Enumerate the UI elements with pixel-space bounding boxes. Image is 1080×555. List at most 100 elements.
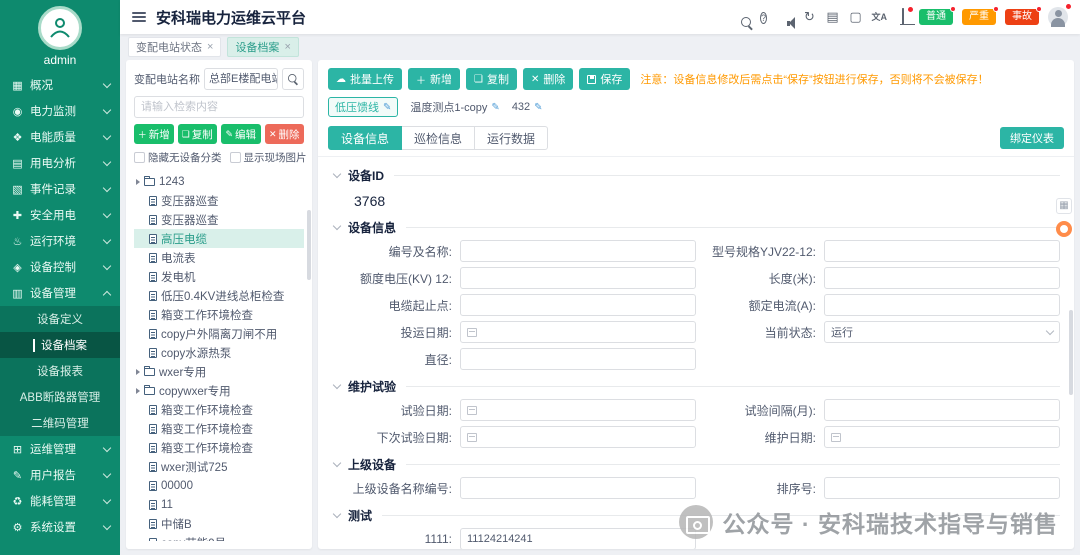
alarm-badge-normal[interactable]: 普通 (919, 6, 956, 25)
form-scrollbar[interactable] (1069, 310, 1073, 395)
collapse-icon[interactable] (332, 169, 342, 179)
add-device-button[interactable]: ＋新增 (408, 68, 460, 90)
tree-search-input[interactable] (134, 96, 304, 118)
field-length[interactable] (824, 267, 1060, 289)
sidebar-item-overview[interactable]: ▦ 概况 (0, 72, 120, 98)
field-rated-current[interactable] (824, 294, 1060, 316)
field-parent-device[interactable] (460, 477, 696, 499)
show-site-photos-checkbox[interactable]: 显示现场图片 (229, 150, 307, 165)
sidebar-item-usage-analysis[interactable]: ▤ 用电分析 (0, 150, 120, 176)
field-maintenance-date[interactable] (824, 426, 1060, 448)
close-icon[interactable]: × (284, 41, 290, 53)
tree-item[interactable]: 11 (134, 495, 304, 514)
sidebar-item-power-quality[interactable]: ❖ 电能质量 (0, 124, 120, 150)
field-cable-endpoints[interactable] (460, 294, 696, 316)
tree-copy-button[interactable]: ❏ 复制 (177, 124, 217, 144)
tab-device-info[interactable]: 设备信息 (328, 126, 403, 150)
sidebar-item-power-monitoring[interactable]: ◉ 电力监测 (0, 98, 120, 124)
translate-icon[interactable]: 文A (872, 10, 888, 24)
sidebar-item-qrcode-mgmt[interactable]: 二维码管理 (0, 410, 120, 436)
device-tag[interactable]: 432 ✎ (512, 101, 543, 113)
sidebar-item-user-report[interactable]: ✎ 用户报告 (0, 462, 120, 488)
sidebar-item-energy-mgmt[interactable]: ♻ 能耗管理 (0, 488, 120, 514)
edit-icon[interactable]: ✎ (383, 102, 391, 113)
field-current-status[interactable]: 运行 (824, 321, 1060, 343)
help-icon[interactable]: ? (757, 10, 771, 24)
device-tag-selected[interactable]: 低压馈线 ✎ (328, 97, 399, 117)
tree-item[interactable]: 箱变工作环境检查 (134, 400, 304, 419)
sidebar-item-device-definition[interactable]: 设备定义 (0, 306, 120, 332)
tree-item[interactable]: 箱变工作环境检查 (134, 438, 304, 457)
sidebar-item-operating-env[interactable]: ♨ 运行环境 (0, 228, 120, 254)
field-rated-voltage[interactable] (460, 267, 696, 289)
bind-meter-button[interactable]: 绑定仪表 (1000, 127, 1064, 149)
tree-delete-button[interactable]: ✕ 删除 (264, 124, 304, 144)
tree-item[interactable]: 低压0.4KV进线总柜检查 (134, 286, 304, 305)
copy-device-button[interactable]: ❏ 复制 (466, 68, 517, 90)
tree-folder[interactable]: 1243 (134, 172, 304, 191)
menu-toggle-icon[interactable] (132, 12, 146, 22)
collapse-icon[interactable] (332, 221, 342, 231)
station-search-button[interactable] (282, 68, 304, 90)
tree-item-selected[interactable]: 高压电缆 (134, 229, 304, 248)
user-avatar[interactable] (1048, 3, 1072, 27)
tree-item[interactable]: 变压器巡查 (134, 210, 304, 229)
report-icon[interactable]: ▤ (826, 10, 840, 24)
tree-item[interactable]: copy水源热泵 (134, 343, 304, 362)
sidebar-item-device-archive[interactable]: 设备档案 (0, 332, 120, 358)
tree-scrollbar[interactable] (307, 210, 311, 280)
collapse-icon[interactable] (332, 458, 342, 468)
tree-item[interactable]: 发电机 (134, 267, 304, 286)
tree-item[interactable]: 箱变工作环境检查 (134, 305, 304, 324)
station-select[interactable]: 总部E楼配电站 (204, 68, 278, 90)
tree-item[interactable]: 中储B (134, 514, 304, 533)
sidebar-item-event-records[interactable]: ▧ 事件记录 (0, 176, 120, 202)
tree-item[interactable]: 电流表 (134, 248, 304, 267)
tree-add-button[interactable]: ＋新增 (134, 124, 174, 144)
field-test-interval[interactable] (824, 399, 1060, 421)
orange-ring-widget[interactable] (1056, 221, 1072, 237)
alarm-badge-serious[interactable]: 严重 (962, 6, 999, 25)
refresh-icon[interactable]: ↻ (803, 10, 817, 24)
tree-edit-button[interactable]: ✎ 编辑 (221, 124, 261, 144)
edit-icon[interactable]: ✎ (534, 102, 542, 113)
panel-toggle-icon[interactable]: ▦ (1056, 198, 1072, 214)
edit-icon[interactable]: ✎ (491, 102, 499, 113)
tree-item[interactable]: 00000 (134, 476, 304, 495)
sidebar-item-device-control[interactable]: ◈ 设备控制 (0, 254, 120, 280)
alarm-badge-accident[interactable]: 事故 (1005, 6, 1042, 25)
tree-folder[interactable]: wxer专用 (134, 362, 304, 381)
tab-device-archive[interactable]: 设备档案 × (227, 37, 299, 57)
device-tag[interactable]: 温度测点1-copy ✎ (410, 99, 499, 115)
save-button[interactable]: 保存 (579, 68, 631, 90)
collapse-icon[interactable] (332, 509, 342, 519)
collapse-icon[interactable] (332, 380, 342, 390)
tab-station-status[interactable]: 变配电站状态 × (128, 37, 222, 57)
sidebar-item-system-settings[interactable]: ⚙ 系统设置 (0, 514, 120, 540)
tree-folder[interactable]: copywxer专用 (134, 381, 304, 400)
field-next-test-date[interactable] (460, 426, 696, 448)
sidebar-item-safe-power[interactable]: ✚ 安全用电 (0, 202, 120, 228)
sidebar-item-om-mgmt[interactable]: ⊞ 运维管理 (0, 436, 120, 462)
field-diameter[interactable] (460, 348, 696, 370)
field-test-date[interactable] (460, 399, 696, 421)
hide-empty-category-checkbox[interactable]: 隐藏无设备分类 (134, 150, 222, 165)
tree-item[interactable]: copy节能9号 (134, 533, 304, 541)
tree-item[interactable]: 变压器巡查 (134, 191, 304, 210)
batch-upload-button[interactable]: ☁ 批量上传 (328, 68, 402, 90)
tree-item[interactable]: wxer测试725 (134, 457, 304, 476)
tab-runtime-data[interactable]: 运行数据 (474, 126, 549, 150)
tree-item[interactable]: 箱变工作环境检查 (134, 419, 304, 438)
fullscreen-icon[interactable]: ▢ (849, 10, 863, 24)
field-number-name[interactable] (460, 240, 696, 262)
field-1111[interactable]: 11124214241 (460, 528, 696, 549)
sidebar-item-abb-breaker-mgmt[interactable]: ABB断路器管理 (0, 384, 120, 410)
field-model[interactable] (824, 240, 1060, 262)
delete-device-button[interactable]: ✕ 删除 (522, 68, 574, 90)
field-commission-date[interactable] (460, 321, 696, 343)
close-icon[interactable]: × (207, 41, 213, 53)
sidebar-item-device-mgmt[interactable]: ▥ 设备管理 (0, 280, 120, 306)
field-sort-number[interactable] (824, 477, 1060, 499)
bell-icon[interactable] (896, 6, 914, 24)
tab-inspection-info[interactable]: 巡检信息 (401, 126, 476, 150)
